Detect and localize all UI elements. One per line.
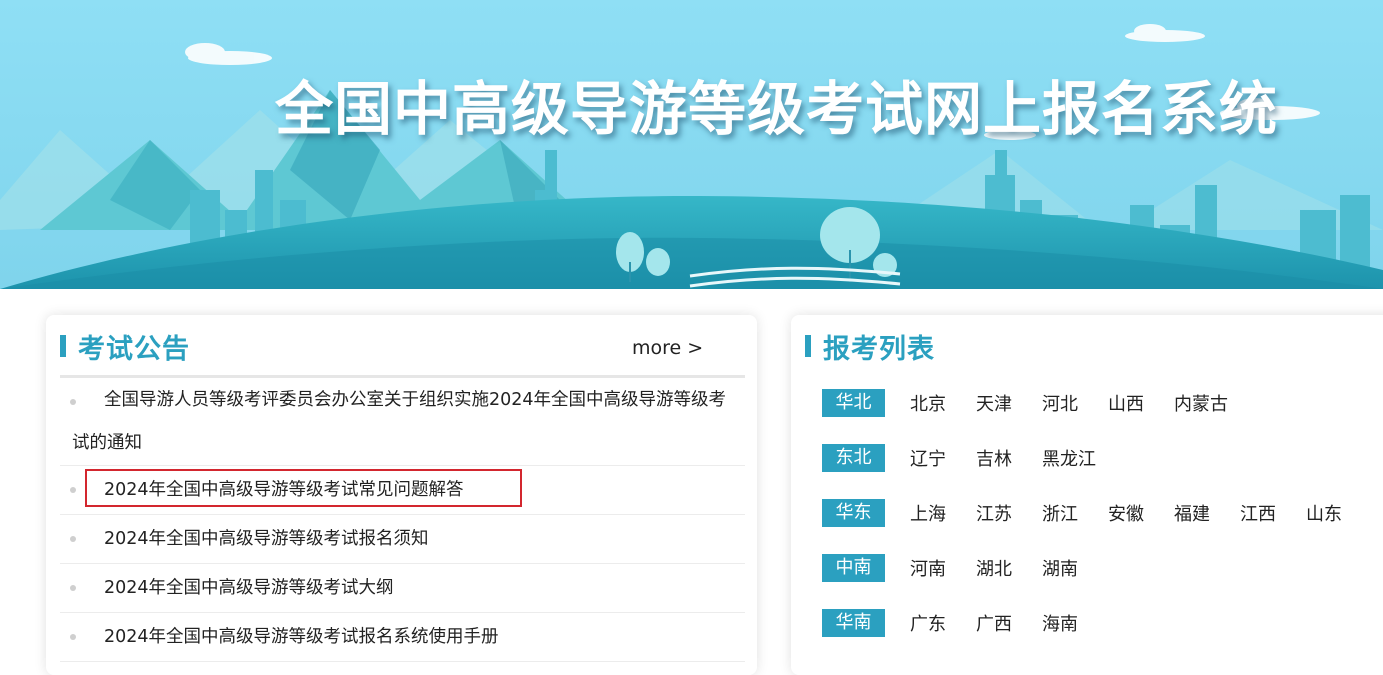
bullet-dot xyxy=(70,399,76,405)
notice-item-link[interactable]: 2024年全国中高级导游等级考试大纲 xyxy=(60,564,745,613)
province-link[interactable]: 浙江 xyxy=(1042,500,1078,526)
region-tag: 华南 xyxy=(822,609,885,637)
province-link[interactable]: 上海 xyxy=(910,500,946,526)
registration-panel: 报考列表 华北 北京 天津 河北 山西 内蒙古 东北 辽宁 吉林 黑龙江 华东 … xyxy=(791,315,1383,675)
title-marker xyxy=(805,335,811,357)
notice-item-link[interactable]: 2024年全国中高级导游等级考试报名系统使用手册 xyxy=(60,613,745,662)
notice-list: 全国导游人员等级考评委员会办公室关于组织实施2024年全国中高级导游等级考试的通… xyxy=(60,379,745,662)
region-row-huanan: 华南 广东 广西 海南 xyxy=(822,609,1372,637)
registration-panel-header: 报考列表 xyxy=(805,331,935,365)
bullet-dot xyxy=(70,536,76,542)
header-banner: 全国中高级导游等级考试网上报名系统 xyxy=(0,0,1383,289)
province-link[interactable]: 黑龙江 xyxy=(1042,445,1096,471)
province-link[interactable]: 湖南 xyxy=(1042,555,1078,581)
more-link[interactable]: more > xyxy=(632,337,703,359)
notice-panel: 考试公告 more > 全国导游人员等级考评委员会办公室关于组织实施2024年全… xyxy=(46,315,757,675)
province-link[interactable]: 山西 xyxy=(1108,390,1144,416)
bullet-dot xyxy=(70,634,76,640)
province-link[interactable]: 吉林 xyxy=(976,445,1012,471)
header-divider xyxy=(60,375,745,378)
province-link[interactable]: 江苏 xyxy=(976,500,1012,526)
province-link[interactable]: 江西 xyxy=(1240,500,1276,526)
notice-item-link[interactable]: 全国导游人员等级考评委员会办公室关于组织实施2024年全国中高级导游等级考试的通… xyxy=(60,379,745,465)
province-link[interactable]: 山东 xyxy=(1306,500,1342,526)
bullet-dot xyxy=(70,585,76,591)
registration-panel-title: 报考列表 xyxy=(823,333,935,365)
province-link[interactable]: 河南 xyxy=(910,555,946,581)
notice-item[interactable]: 2024年全国中高级导游等级考试常见问题解答 xyxy=(60,466,745,515)
notice-item[interactable]: 2024年全国中高级导游等级考试报名系统使用手册 xyxy=(60,613,745,662)
notice-item[interactable]: 全国导游人员等级考评委员会办公室关于组织实施2024年全国中高级导游等级考试的通… xyxy=(60,379,745,466)
main-content: 考试公告 more > 全国导游人员等级考评委员会办公室关于组织实施2024年全… xyxy=(0,289,1383,675)
province-link[interactable]: 海南 xyxy=(1042,610,1078,636)
region-tag: 中南 xyxy=(822,554,885,582)
notice-panel-header: 考试公告 xyxy=(60,331,190,365)
region-row-huabei: 华北 北京 天津 河北 山西 内蒙古 xyxy=(822,389,1372,417)
region-row-huadong: 华东 上海 江苏 浙江 安徽 福建 江西 山东 xyxy=(822,499,1372,527)
province-link[interactable]: 河北 xyxy=(1042,390,1078,416)
notice-item[interactable]: 2024年全国中高级导游等级考试报名须知 xyxy=(60,515,745,564)
province-link[interactable]: 广西 xyxy=(976,610,1012,636)
notice-item-link[interactable]: 2024年全国中高级导游等级考试报名须知 xyxy=(60,515,745,564)
province-link[interactable]: 北京 xyxy=(910,390,946,416)
region-tag: 华东 xyxy=(822,499,885,527)
province-link[interactable]: 内蒙古 xyxy=(1174,390,1228,416)
region-row-zhongnan: 中南 河南 湖北 湖南 xyxy=(822,554,1372,582)
province-link[interactable]: 天津 xyxy=(976,390,1012,416)
province-link[interactable]: 安徽 xyxy=(1108,500,1144,526)
region-tag: 华北 xyxy=(822,389,885,417)
region-list: 华北 北京 天津 河北 山西 内蒙古 东北 辽宁 吉林 黑龙江 华东 上海 江苏… xyxy=(822,389,1372,664)
province-link[interactable]: 辽宁 xyxy=(910,445,946,471)
site-title: 全国中高级导游等级考试网上报名系统 xyxy=(274,75,1278,143)
region-row-dongbei: 东北 辽宁 吉林 黑龙江 xyxy=(822,444,1372,472)
bullet-dot xyxy=(70,487,76,493)
notice-panel-title: 考试公告 xyxy=(78,333,190,365)
notice-item-link[interactable]: 2024年全国中高级导游等级考试常见问题解答 xyxy=(60,466,464,515)
notice-item[interactable]: 2024年全国中高级导游等级考试大纲 xyxy=(60,564,745,613)
region-tag: 东北 xyxy=(822,444,885,472)
province-link[interactable]: 福建 xyxy=(1174,500,1210,526)
province-link[interactable]: 广东 xyxy=(910,610,946,636)
province-link[interactable]: 湖北 xyxy=(976,555,1012,581)
title-marker xyxy=(60,335,66,357)
